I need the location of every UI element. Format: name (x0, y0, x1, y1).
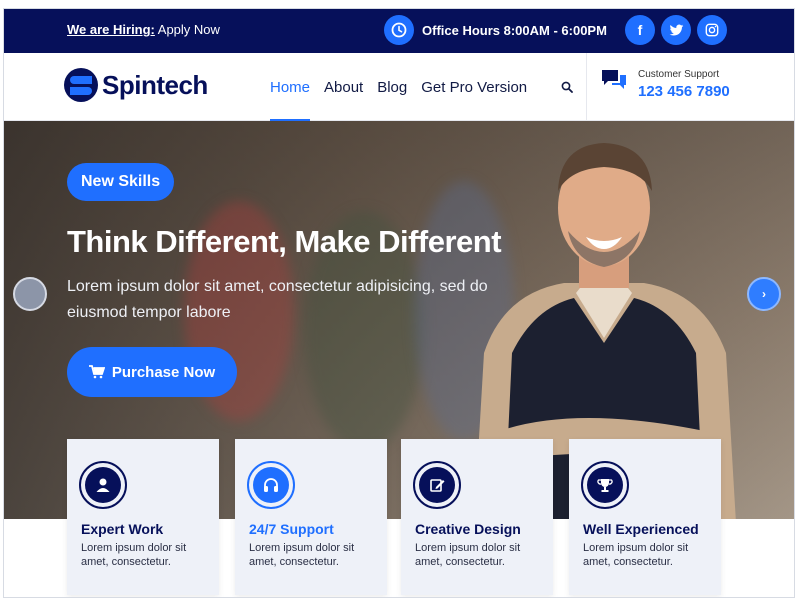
cart-icon (88, 365, 105, 379)
nav-item-home[interactable]: Home (270, 53, 311, 122)
support-phone[interactable]: 123 456 7890 (638, 83, 730, 100)
feature-description: Lorem ipsum dolor sit amet, consectetur. (81, 542, 187, 568)
header-divider (586, 53, 587, 121)
clock-icon (384, 15, 414, 45)
nav-item-about[interactable]: About (324, 53, 363, 121)
hiring-link[interactable]: We are Hiring: Apply Now (67, 22, 220, 37)
feature-title: Well Experienced (583, 521, 699, 537)
logo-mark-icon (64, 68, 98, 102)
hiring-label[interactable]: We are Hiring: (67, 22, 155, 37)
hiring-apply-text[interactable]: Apply Now (155, 22, 220, 37)
page-frame: We are Hiring: Apply Now Office Hours 8:… (3, 8, 795, 598)
headphones-icon (247, 461, 295, 509)
new-skills-badge: New Skills (67, 163, 175, 201)
feature-description: Lorem ipsum dolor sit amet, consectetur. (583, 542, 689, 568)
instagram-icon[interactable] (697, 15, 727, 45)
feature-description: Lorem ipsum dolor sit amet, consectetur. (415, 542, 521, 568)
feature-title: Creative Design (415, 521, 521, 537)
slider-prev-button[interactable] (13, 277, 47, 311)
social-links: f (625, 15, 727, 45)
facebook-icon[interactable]: f (625, 15, 655, 45)
hero-title: Think Different, Make Different (67, 224, 502, 259)
user-icon (79, 461, 127, 509)
nav-item-get-pro[interactable]: Get Pro Version (421, 53, 527, 121)
feature-description: Lorem ipsum dolor sit amet, consectetur. (249, 542, 355, 568)
hero-subtitle: Lorem ipsum dolor sit amet, consectetur … (67, 278, 488, 321)
purchase-now-label: Purchase Now (111, 363, 216, 381)
feature-title: Expert Work (81, 521, 164, 537)
office-hours: Office Hours 8:00AM - 6:00PM (384, 15, 607, 45)
feature-card-creative-design[interactable]: Creative Design Lorem ipsum dolor sit am… (401, 439, 553, 595)
feature-card-well-experienced[interactable]: Well Experienced Lorem ipsum dolor sit a… (569, 439, 721, 595)
search-icon[interactable] (561, 80, 573, 98)
trophy-icon (581, 461, 629, 509)
purchase-now-button[interactable]: Purchase Now (67, 347, 237, 397)
feature-title: 24/7 Support (249, 521, 334, 537)
support-label: Customer Support (638, 69, 720, 80)
main-nav: Home About Blog Get Pro Version (270, 53, 527, 122)
feature-card-support[interactable]: 24/7 Support Lorem ipsum dolor sit amet,… (235, 439, 387, 595)
site-header: Spintech Home About Blog Get Pro Version… (4, 53, 794, 122)
office-hours-text: Office Hours 8:00AM - 6:00PM (422, 22, 607, 38)
feature-cards: Expert Work Lorem ipsum dolor sit amet, … (67, 439, 737, 597)
logo-text: Spintech (102, 69, 208, 100)
twitter-icon[interactable] (661, 15, 691, 45)
edit-icon (413, 461, 461, 509)
feature-card-expert-work[interactable]: Expert Work Lorem ipsum dolor sit amet, … (67, 439, 219, 595)
top-bar: We are Hiring: Apply Now Office Hours 8:… (4, 9, 794, 53)
slider-next-button[interactable]: › (747, 277, 781, 311)
nav-item-blog[interactable]: Blog (377, 53, 407, 121)
customer-support: Customer Support 123 456 7890 (600, 67, 730, 100)
chat-icon (600, 67, 628, 98)
logo[interactable]: Spintech (64, 68, 208, 102)
